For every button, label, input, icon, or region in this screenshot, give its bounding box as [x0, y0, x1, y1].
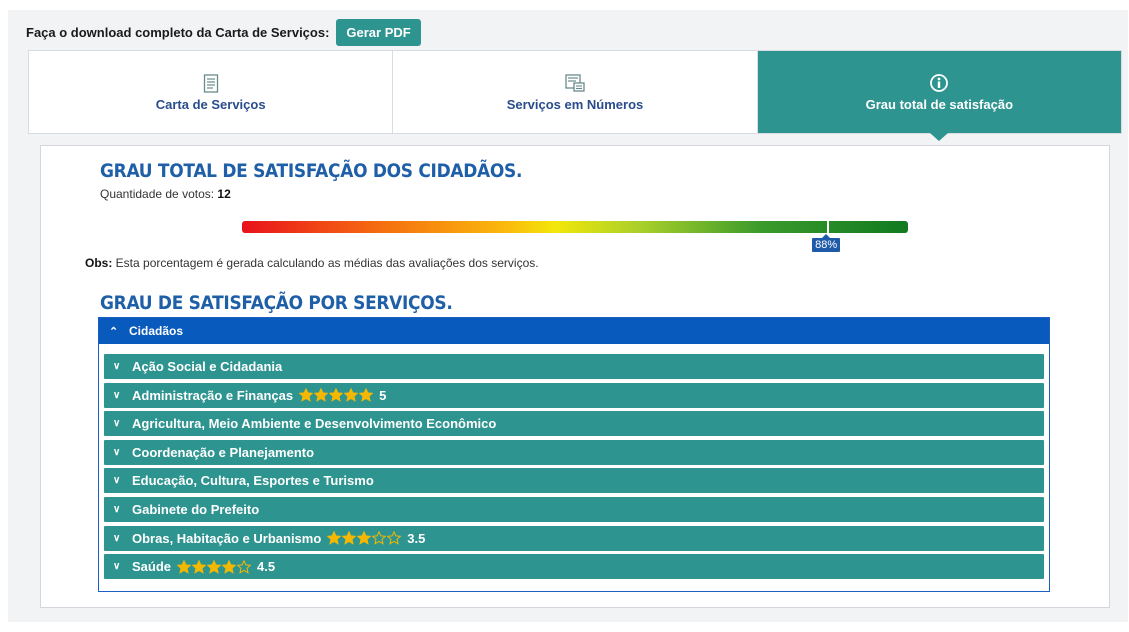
service-item[interactable]: ∨ Obras, Habitação e Urbanismo 3.5	[104, 525, 1044, 551]
tab-bar: Carta de Serviços Serviços em Números Gr…	[28, 50, 1122, 141]
star-filled-icon	[314, 388, 329, 402]
chevron-down-icon: ∨	[113, 418, 121, 430]
chevron-down-icon: ∨	[113, 503, 121, 515]
observation-note: Obs: Esta porcentagem é gerada calculand…	[85, 256, 539, 270]
chevron-down-icon: ∨	[113, 475, 121, 487]
service-item[interactable]: ∨ Gabinete do Prefeito	[104, 496, 1044, 522]
chevron-down-icon: ∨	[113, 532, 121, 544]
chevron-down-icon: ∨	[113, 361, 121, 372]
star-filled-icon	[222, 559, 237, 574]
service-label: Educação, Cultura, Esportes e Turismo	[132, 473, 374, 489]
votes-label: Quantidade de votos:	[100, 187, 218, 201]
services-list: ∨ Ação Social e Cidadania ∨ Administração e…	[104, 354, 1044, 583]
gauge-marker	[827, 220, 830, 234]
star-outline-icon	[237, 559, 252, 574]
star-filled-icon	[299, 388, 314, 402]
star-filled-icon	[359, 388, 374, 402]
star-filled-icon	[207, 559, 222, 574]
star-rating	[327, 531, 402, 545]
star-filled-icon	[327, 531, 342, 545]
service-label: Ação Social e Cidadania	[132, 359, 283, 374]
obs-label: Obs:	[85, 256, 113, 270]
tab-servicos-em-numeros[interactable]: Serviços em Números	[393, 51, 758, 133]
service-label: Obras, Habitação e Urbanismo	[132, 530, 322, 546]
star-filled-icon	[329, 388, 344, 402]
page-background: Faça o download completo da Carta de Ser…	[8, 10, 1128, 622]
service-item[interactable]: ∨ Ação Social e Cidadania	[104, 354, 1044, 379]
services-satisfaction-title: GRAU DE SATISFAÇÃO POR SERVIÇOS.	[100, 292, 453, 315]
download-row: Faça o download completo da Carta de Ser…	[26, 18, 421, 46]
tab-grau-total-de-satisfacao[interactable]: Grau total de satisfação	[757, 51, 1121, 141]
tab-carta-de-servicos[interactable]: Carta de Serviços	[29, 51, 394, 133]
service-label: Administração e Finanças	[132, 387, 294, 403]
total-satisfaction-title: GRAU TOTAL DE SATISFAÇÃO DOS CIDADÃOS.	[100, 160, 523, 183]
votes-count: Quantidade de votos: 12	[100, 187, 231, 201]
tab-label: Serviços em Números	[506, 97, 644, 112]
generate-pdf-button[interactable]: Gerar PDF	[336, 18, 421, 46]
chevron-down-icon: ∨	[113, 446, 121, 458]
service-item[interactable]: ∨ Agricultura, Meio Ambiente e Desenvolvi…	[104, 411, 1044, 437]
accordion-header-label: Cidadãos	[129, 324, 184, 338]
rating-value: 4.5	[257, 559, 276, 575]
star-filled-icon	[344, 388, 359, 402]
service-label: Agricultura, Meio Ambiente e Desenvolvim…	[132, 416, 497, 432]
stats-icon	[564, 72, 586, 94]
download-label: Faça o download completo da Carta de Ser…	[26, 24, 330, 40]
star-filled-icon	[357, 531, 372, 545]
star-filled-icon	[342, 531, 357, 545]
document-icon	[200, 72, 222, 94]
star-outline-icon	[387, 531, 402, 545]
satisfaction-gauge: 88%	[242, 220, 908, 252]
star-outline-icon	[372, 531, 387, 545]
star-filled-icon	[192, 559, 207, 574]
service-item[interactable]: ∨ Educação, Cultura, Esportes e Turismo	[104, 468, 1044, 494]
chevron-down-icon: ∨	[113, 389, 121, 401]
service-item[interactable]: ∨ Saúde 4.5	[104, 554, 1044, 580]
service-item[interactable]: ∨ Administração e Finanças 5	[104, 382, 1044, 408]
star-filled-icon	[177, 559, 192, 574]
chevron-up-icon: ⌃	[109, 325, 119, 338]
star-rating	[299, 388, 374, 402]
info-icon	[928, 72, 950, 94]
services-accordion: ⌃ Cidadãos ∨ Ação Social e Cidadania ∨ Admi…	[98, 317, 1050, 592]
votes-value: 12	[217, 187, 231, 201]
service-item[interactable]: ∨ Coordenação e Planejamento	[104, 439, 1044, 465]
accordion-header-cidadaos[interactable]: ⌃ Cidadãos	[99, 318, 1049, 344]
rating-value: 5	[379, 387, 387, 403]
service-label: Gabinete do Prefeito	[132, 501, 260, 517]
tab-label: Grau total de satisfação	[865, 97, 1014, 112]
chevron-down-icon: ∨	[113, 561, 121, 573]
rating-value: 3.5	[407, 530, 426, 546]
tab-label: Carta de Serviços	[155, 97, 266, 112]
service-label: Coordenação e Planejamento	[132, 444, 315, 460]
gauge-percent-label: 88%	[812, 234, 841, 252]
service-label: Saúde	[132, 559, 172, 575]
obs-text: Esta porcentagem é gerada calculando as …	[112, 256, 539, 270]
satisfaction-panel: GRAU TOTAL DE SATISFAÇÃO DOS CIDADÃOS. Q…	[40, 145, 1110, 608]
star-rating	[177, 559, 252, 574]
